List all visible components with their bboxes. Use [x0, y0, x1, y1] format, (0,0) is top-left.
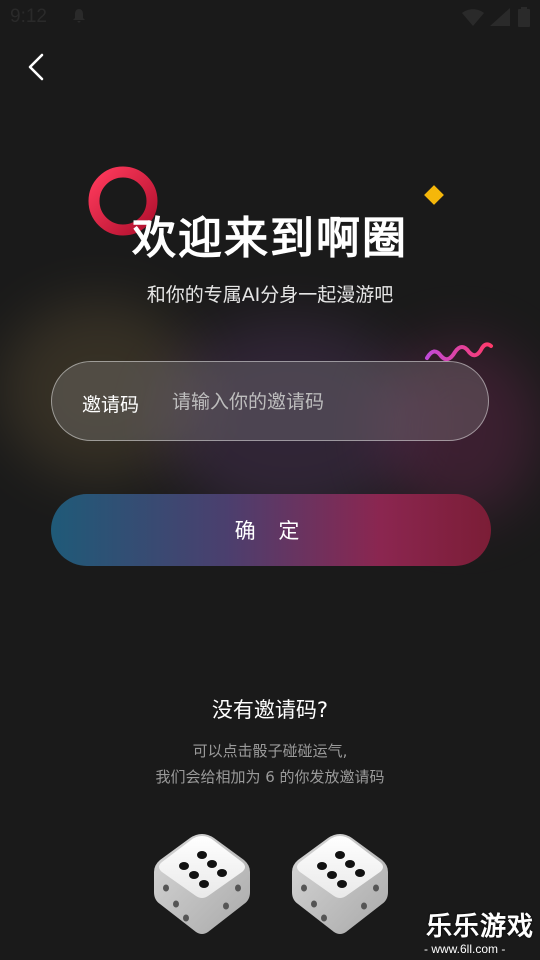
watermark-title: 乐乐游戏 — [426, 912, 535, 942]
signal-icon — [490, 8, 510, 30]
dice-right[interactable] — [290, 830, 390, 940]
invite-code-label: 邀请码 — [82, 394, 140, 416]
dice-hint-line-2: 我们会给相加为 6 的你发放邀请码 — [155, 768, 385, 786]
confirm-button[interactable]: 确 定 — [51, 494, 491, 566]
dice-left[interactable] — [152, 830, 252, 940]
dice-hint-line-1: 可以点击骰子碰碰运气, — [192, 742, 348, 760]
battery-icon — [518, 7, 530, 31]
watermark-logo: 乐乐游戏 - www.6ll.com - — [420, 906, 540, 960]
back-button[interactable] — [20, 50, 54, 84]
wifi-icon — [462, 9, 484, 31]
bell-icon — [72, 8, 86, 24]
status-bar: 9:12 — [0, 0, 540, 36]
invite-code-field[interactable]: 邀请码 — [51, 361, 489, 441]
chevron-left-icon — [28, 53, 44, 81]
page-subtitle: 和你的专属AI分身一起漫游吧 — [146, 284, 394, 306]
no-code-title: 没有邀请码? — [211, 698, 329, 722]
invite-code-input[interactable] — [170, 384, 464, 420]
watermark-url: - www.6ll.com - — [424, 942, 506, 956]
status-time: 9:12 — [10, 6, 47, 27]
page-title: 欢迎来到啊圈 — [132, 213, 408, 264]
